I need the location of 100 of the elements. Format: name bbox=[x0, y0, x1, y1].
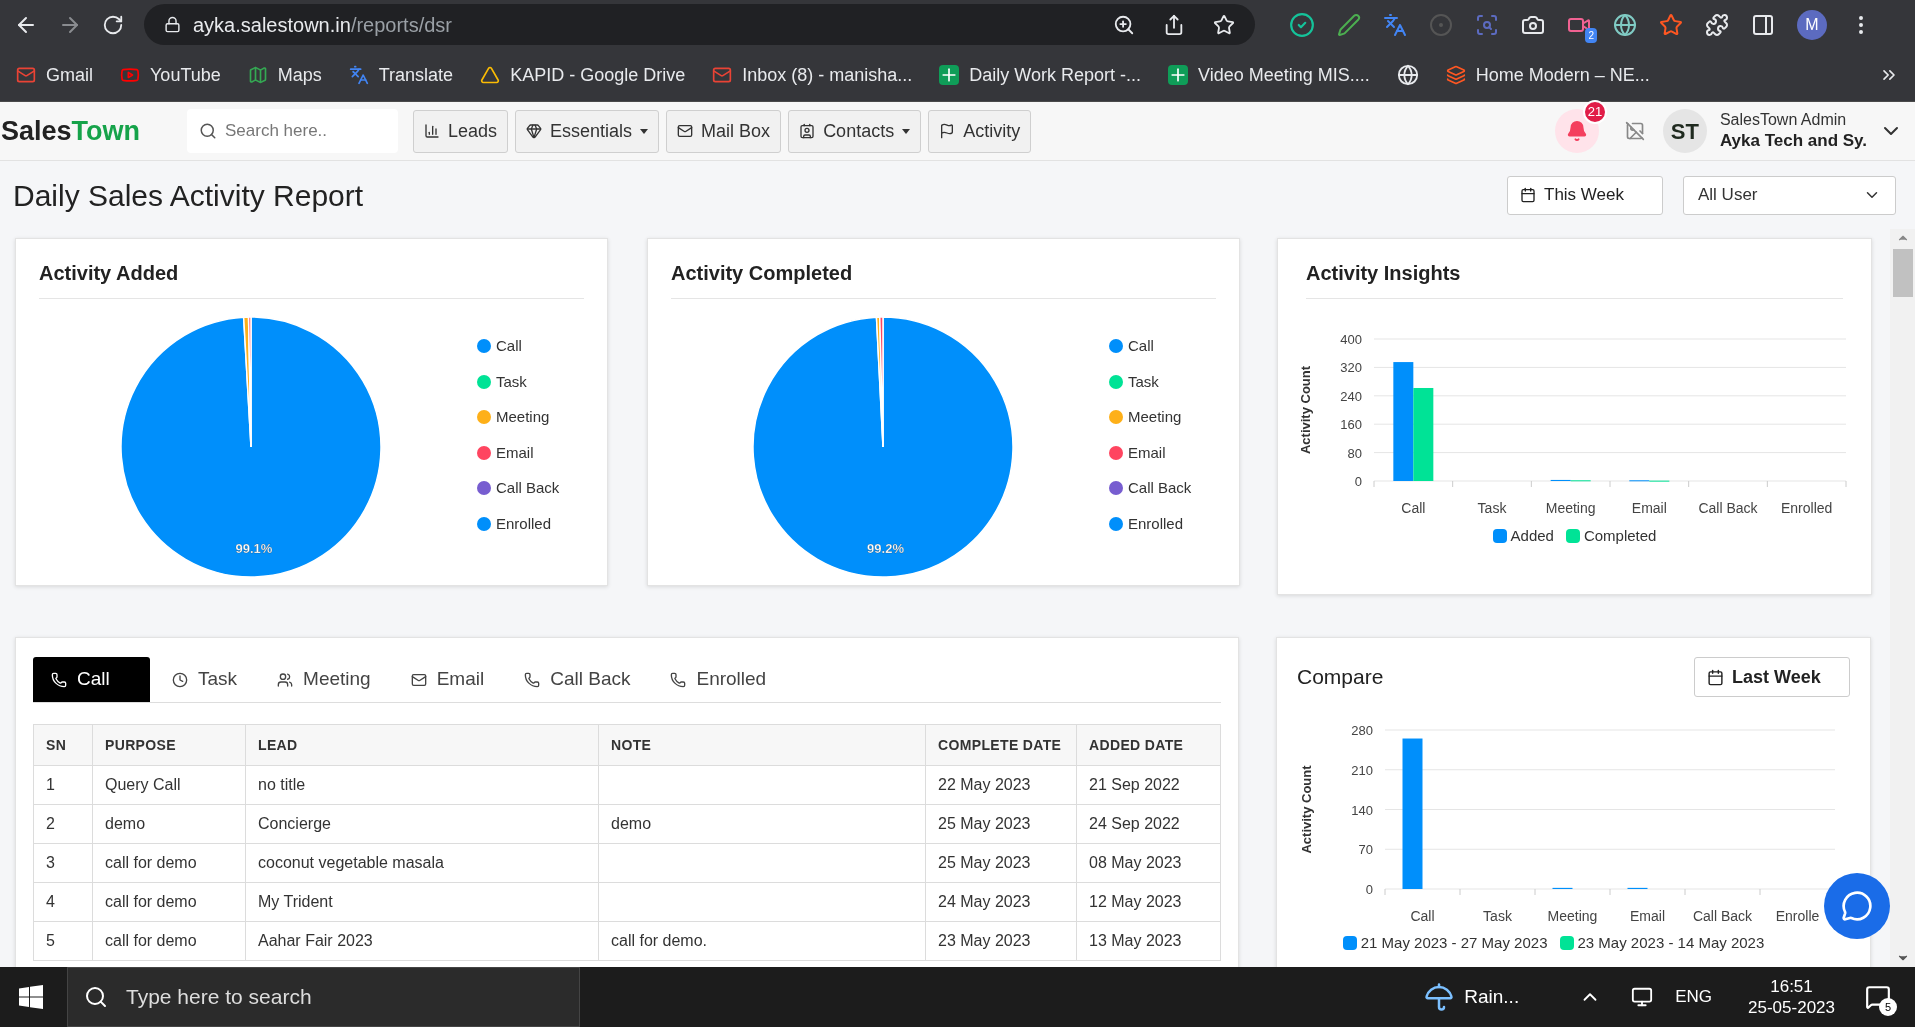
mail-icon bbox=[16, 65, 36, 85]
period-button[interactable]: This Week bbox=[1507, 175, 1663, 215]
column-header: SN bbox=[33, 724, 93, 766]
card-title: Activity Completed bbox=[671, 258, 1216, 299]
table-cell: demo bbox=[611, 815, 652, 832]
clock[interactable]: 16:51 25-05-2023 bbox=[1748, 975, 1835, 1019]
nav-icon bbox=[677, 123, 694, 139]
clock-date: 25-05-2023 bbox=[1748, 997, 1835, 1019]
y-tick-label: 0 bbox=[1365, 882, 1373, 897]
legend-label: Enrolled bbox=[496, 513, 552, 534]
bookmark-link[interactable]: Maps bbox=[247, 61, 322, 89]
globe-icon[interactable] bbox=[1613, 12, 1637, 37]
taskbar-search-field[interactable]: Type here to search bbox=[67, 967, 580, 1027]
legend-label: Added bbox=[1510, 526, 1554, 546]
user-avatar[interactable]: ST bbox=[1662, 109, 1707, 153]
share-icon[interactable] bbox=[1163, 13, 1185, 36]
extension-icon[interactable] bbox=[1659, 12, 1683, 37]
nav-button[interactable]: Activity bbox=[928, 109, 1032, 153]
y-tick-label: 0 bbox=[1354, 474, 1362, 489]
extensions-icon[interactable] bbox=[1705, 12, 1729, 37]
nav-button[interactable]: Mail Box bbox=[666, 109, 782, 153]
legend-label: Call bbox=[496, 336, 522, 356]
language-indicator[interactable]: ENG bbox=[1675, 984, 1713, 1010]
activity-tab[interactable]: Call bbox=[33, 657, 150, 702]
windows-logo-icon[interactable] bbox=[19, 985, 43, 1009]
notifications-icon[interactable] bbox=[1865, 984, 1891, 1010]
legend-label: Email bbox=[496, 442, 534, 463]
clock-time: 16:51 bbox=[1770, 975, 1813, 997]
nav-button[interactable]: Leads bbox=[413, 109, 509, 153]
play-icon bbox=[120, 65, 140, 85]
notification-bell-icon[interactable] bbox=[1565, 120, 1588, 142]
notification-badge: 21 bbox=[1582, 100, 1607, 124]
card-title: Compare bbox=[1297, 664, 1384, 690]
table-cell: My Trident bbox=[258, 893, 333, 910]
pen-icon[interactable] bbox=[1337, 12, 1361, 37]
slice-value-label: 99.1% bbox=[235, 541, 273, 557]
scan-icon[interactable] bbox=[1475, 12, 1499, 37]
calendar-icon bbox=[1707, 668, 1724, 686]
table-cell: 1 bbox=[46, 776, 55, 793]
reload-icon[interactable] bbox=[102, 13, 124, 36]
y-tick-label: 160 bbox=[1340, 417, 1362, 433]
legend-label: Call Back bbox=[496, 478, 560, 498]
category-label: Call bbox=[1401, 500, 1426, 516]
search-field[interactable]: Search here.. bbox=[187, 109, 398, 153]
table-cell: 12 May 2023 bbox=[1089, 893, 1182, 910]
bookmark-link[interactable]: KAPID - Google Drive bbox=[480, 61, 686, 89]
bookmark-link[interactable]: Gmail bbox=[16, 61, 93, 89]
bookmark-link[interactable]: YouTube bbox=[120, 61, 221, 89]
bookmark-link[interactable]: Inbox (8) - manisha... bbox=[712, 61, 913, 89]
translate-icon[interactable] bbox=[1383, 12, 1407, 37]
bookmark-link[interactable]: Video Meeting MIS.... bbox=[1168, 61, 1370, 89]
legend-label: Meeting bbox=[1128, 407, 1182, 427]
broken-image-icon bbox=[1624, 121, 1645, 141]
table-cell: 4 bbox=[46, 893, 55, 910]
side-panel-icon[interactable] bbox=[1751, 12, 1775, 37]
monitor-icon[interactable] bbox=[1631, 986, 1654, 1008]
nav-icon bbox=[939, 123, 956, 139]
bookmark-link[interactable]: Translate bbox=[348, 61, 454, 89]
activity-tab[interactable]: Meeting bbox=[259, 657, 389, 702]
table-cell: call for demo bbox=[105, 932, 197, 949]
activity-tab[interactable]: Enrolled bbox=[652, 657, 785, 702]
activity-tab[interactable]: Task bbox=[154, 657, 256, 702]
scrollbar[interactable] bbox=[1890, 229, 1915, 967]
period-button[interactable]: Last Week bbox=[1694, 657, 1850, 697]
star-icon[interactable] bbox=[1213, 13, 1235, 36]
table-cell: call for demo bbox=[105, 893, 197, 910]
weather-text[interactable]: Rain... bbox=[1464, 982, 1520, 1012]
user-name: SalesTown Admin bbox=[1719, 110, 1848, 131]
search-icon bbox=[199, 122, 217, 140]
search-input[interactable]: Search here.. bbox=[225, 118, 385, 144]
user-select[interactable]: All User bbox=[1683, 175, 1896, 215]
profile-avatar[interactable]: M bbox=[1797, 9, 1827, 40]
nav-button[interactable]: Contacts bbox=[788, 109, 922, 153]
table-cell: no title bbox=[258, 776, 306, 793]
umbrella-icon[interactable] bbox=[1424, 982, 1455, 1012]
plus-icon bbox=[1168, 65, 1188, 85]
zoom-icon[interactable] bbox=[1113, 13, 1135, 36]
card-title: Activity Added bbox=[39, 258, 584, 299]
column-header: NOTE bbox=[598, 724, 926, 766]
notification-badge: 5 bbox=[1879, 998, 1897, 1016]
nav-button[interactable]: Essentials bbox=[515, 109, 660, 153]
legend-label: 23 May 2023 - 14 May 2023 bbox=[1577, 933, 1765, 953]
slice-value-label: 99.2% bbox=[867, 541, 904, 557]
extension-icon[interactable] bbox=[1289, 11, 1315, 38]
logo[interactable]: SalesTown bbox=[1, 110, 187, 152]
category-label: Call bbox=[1410, 908, 1435, 924]
search-input[interactable]: Type here to search bbox=[126, 981, 526, 1013]
activity-tab[interactable]: Email bbox=[392, 657, 503, 702]
category-label: Call Back bbox=[1692, 908, 1753, 924]
bookmark-link[interactable]: Daily Work Report -... bbox=[939, 61, 1141, 89]
activity-tab[interactable]: Call Back bbox=[506, 657, 649, 702]
caret-icon bbox=[902, 128, 911, 134]
tab-icon bbox=[410, 671, 427, 688]
triangle-icon bbox=[480, 65, 501, 85]
table-cell: Concierge bbox=[258, 815, 331, 832]
bookmark-link[interactable]: Home Modern – NE... bbox=[1445, 61, 1650, 89]
table-cell: Query Call bbox=[105, 776, 181, 793]
address-bar[interactable]: ayka.salestown.in/reports/dsr bbox=[144, 4, 1255, 45]
scrollbar-thumb[interactable] bbox=[1892, 249, 1913, 297]
caret-icon bbox=[640, 128, 649, 134]
